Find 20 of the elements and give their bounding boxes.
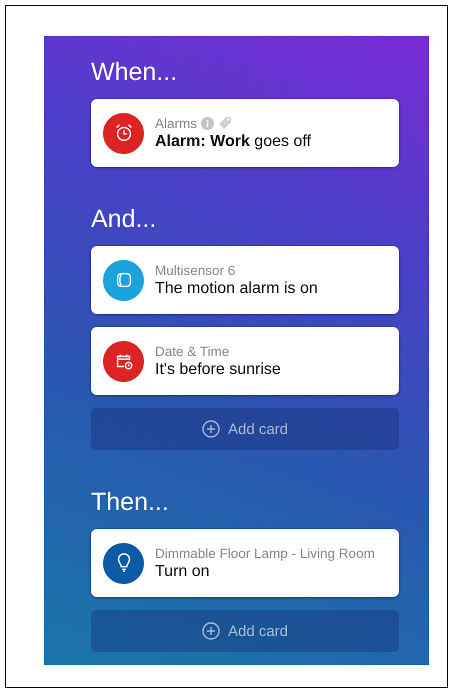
section-heading: When... — [91, 57, 178, 88]
rule-card[interactable]: Multisensor 6 The motion alarm is on — [91, 246, 399, 314]
section-heading: And... — [91, 204, 156, 235]
card-subtitle: Alarms — [155, 116, 198, 130]
add-card-button[interactable]: Add card — [91, 408, 399, 450]
card-description: Alarm: Work goes off — [155, 132, 311, 150]
card-subtitle: Dimmable Floor Lamp - Living Room — [155, 546, 375, 560]
tag-icon — [218, 116, 232, 130]
card-description: It's before sunrise — [155, 360, 281, 378]
plus-circle-icon — [202, 420, 220, 438]
plus-circle-icon — [202, 622, 220, 640]
card-subtitle: Date & Time — [155, 344, 230, 358]
card-subtitle: Multisensor 6 — [155, 262, 236, 278]
section-heading: Then... — [91, 487, 169, 518]
rule-card[interactable]: Date & Time It's before sunrise — [91, 327, 399, 395]
rule-card[interactable]: Alarms Alarm: Work goes off — [91, 99, 399, 167]
card-description: The motion alarm is on — [155, 280, 318, 298]
add-card-button[interactable]: Add card — [91, 610, 399, 652]
card-description: Turn on — [155, 562, 211, 580]
rule-card[interactable]: Dimmable Floor Lamp - Living Room Turn on — [91, 529, 399, 597]
